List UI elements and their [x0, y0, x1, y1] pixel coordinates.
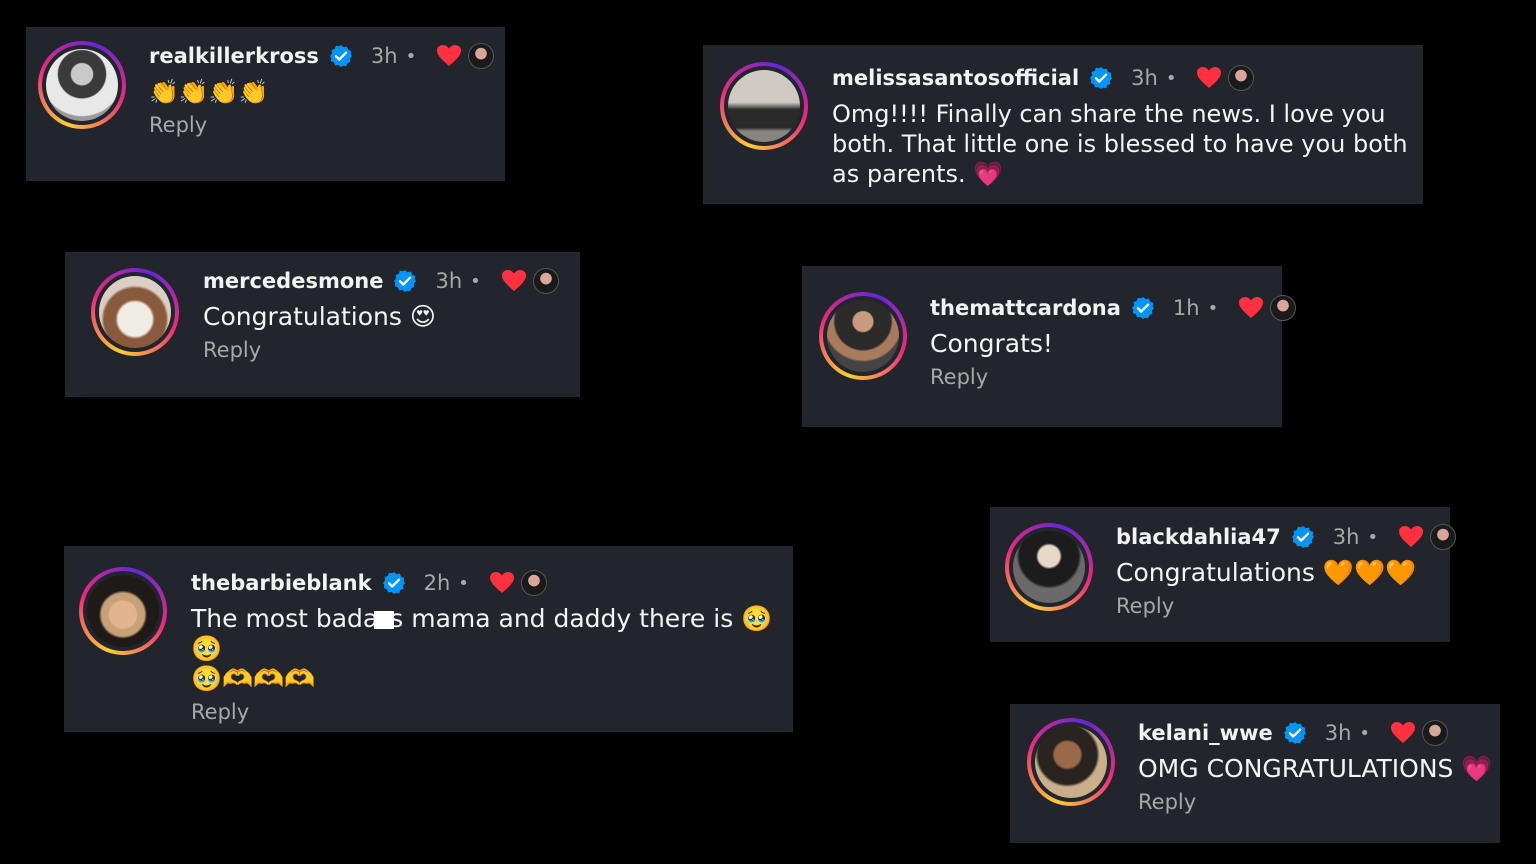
- comment-text-part1: The most bada: [191, 604, 379, 633]
- comment-card-kelani_wwe: kelani_wwe 3h • OMG CONGRATULATIONS 💗 Re…: [1010, 704, 1500, 843]
- separator-dot: •: [1165, 67, 1177, 89]
- comment-card-melissasantosofficial: melissasantosofficial 3h • Omg!!!! Final…: [703, 45, 1423, 204]
- comment-text: Congrats!: [930, 329, 1053, 358]
- comment-text: Congratulations 😍: [203, 302, 436, 331]
- reply-button[interactable]: Reply: [930, 365, 988, 389]
- liker-avatar-icon: [1422, 720, 1449, 746]
- avatar[interactable]: [1005, 523, 1093, 611]
- verified-badge-icon: [394, 270, 417, 292]
- avatar-photo: [99, 276, 171, 348]
- verified-badge-icon: [1283, 722, 1306, 744]
- reply-button[interactable]: Reply: [203, 338, 261, 362]
- username[interactable]: mercedesmone: [203, 269, 383, 293]
- liker-avatar-icon: [1430, 524, 1457, 550]
- comment-card-realkillerkross: realkillerkross 3h • 👏👏👏👏 Reply: [26, 27, 505, 181]
- timestamp: 3h: [1324, 721, 1352, 745]
- comment-text: Omg!!!! Finally can share the news. I lo…: [832, 100, 1408, 188]
- timestamp: 3h: [435, 269, 463, 293]
- separator-dot: •: [1207, 297, 1219, 319]
- avatar-photo: [728, 70, 800, 142]
- timestamp: 2h: [423, 571, 451, 595]
- avatar-photo: [46, 49, 118, 121]
- separator-dot: •: [458, 572, 469, 594]
- separator-dot: •: [1359, 722, 1371, 744]
- liker-avatar-icon: [1228, 65, 1255, 91]
- verified-badge-icon: [1291, 526, 1314, 548]
- comment-text-line2: 🥹🫶🫶🫶: [191, 664, 316, 693]
- separator-dot: •: [405, 45, 417, 67]
- verified-badge-icon: [1090, 67, 1113, 89]
- liker-avatar-icon: [520, 570, 547, 596]
- comment-card-blackdahlia47: blackdahlia47 3h • Congratulations 🧡🧡🧡 R…: [990, 507, 1457, 642]
- avatar[interactable]: [1027, 718, 1115, 806]
- username[interactable]: blackdahlia47: [1116, 525, 1281, 549]
- avatar-photo: [87, 575, 159, 647]
- comment-text: 👏👏👏👏: [149, 78, 269, 106]
- username[interactable]: kelani_wwe: [1138, 721, 1273, 745]
- separator-dot: •: [1367, 526, 1379, 548]
- verified-badge-icon: [329, 45, 352, 67]
- heart-icon[interactable]: [1398, 525, 1424, 549]
- avatar[interactable]: [720, 62, 808, 150]
- avatar[interactable]: [91, 268, 179, 356]
- timestamp: 3h: [1131, 66, 1158, 90]
- liker-avatar-icon: [532, 268, 559, 294]
- username[interactable]: themattcardona: [930, 296, 1121, 320]
- heart-icon[interactable]: [1196, 66, 1222, 90]
- timestamp: 3h: [370, 44, 398, 68]
- reply-button[interactable]: Reply: [149, 113, 207, 137]
- heart-icon[interactable]: [436, 44, 462, 68]
- comment-text: The most bada s mama and daddy there is 🥹…: [191, 604, 791, 664]
- avatar-photo: [1035, 726, 1107, 798]
- username[interactable]: melissasantosofficial: [832, 66, 1079, 90]
- heart-icon[interactable]: [501, 269, 527, 293]
- reply-button[interactable]: Reply: [1138, 790, 1196, 814]
- separator-dot: •: [470, 270, 481, 292]
- verified-badge-icon: [382, 572, 405, 594]
- username[interactable]: thebarbieblank: [191, 571, 372, 595]
- heart-icon[interactable]: [1390, 721, 1416, 745]
- liker-avatar-icon: [468, 43, 495, 69]
- timestamp: 1h: [1172, 296, 1200, 320]
- timestamp: 3h: [1332, 525, 1360, 549]
- avatar-photo: [827, 300, 899, 372]
- heart-icon[interactable]: [1238, 296, 1264, 320]
- comment-text: OMG CONGRATULATIONS 💗: [1138, 754, 1493, 783]
- comment-card-thebarbieblank: thebarbieblank 2h • The most bada s mama …: [64, 546, 793, 732]
- avatar[interactable]: [79, 567, 167, 655]
- comment-card-mercedesmone: mercedesmone 3h • Congratulations 😍 Repl…: [65, 252, 580, 397]
- verified-badge-icon: [1131, 297, 1154, 319]
- avatar-photo: [1013, 531, 1085, 603]
- heart-icon[interactable]: [489, 571, 515, 595]
- reply-button[interactable]: Reply: [191, 700, 249, 724]
- avatar[interactable]: [819, 292, 907, 380]
- reply-button[interactable]: Reply: [1116, 594, 1174, 618]
- username[interactable]: realkillerkross: [149, 44, 319, 68]
- comment-text: Congratulations 🧡🧡🧡: [1116, 558, 1417, 587]
- avatar[interactable]: [38, 41, 126, 129]
- comment-card-themattcardona: themattcardona 1h • Congrats! Reply: [802, 266, 1297, 427]
- liker-avatar-icon: [1270, 295, 1297, 321]
